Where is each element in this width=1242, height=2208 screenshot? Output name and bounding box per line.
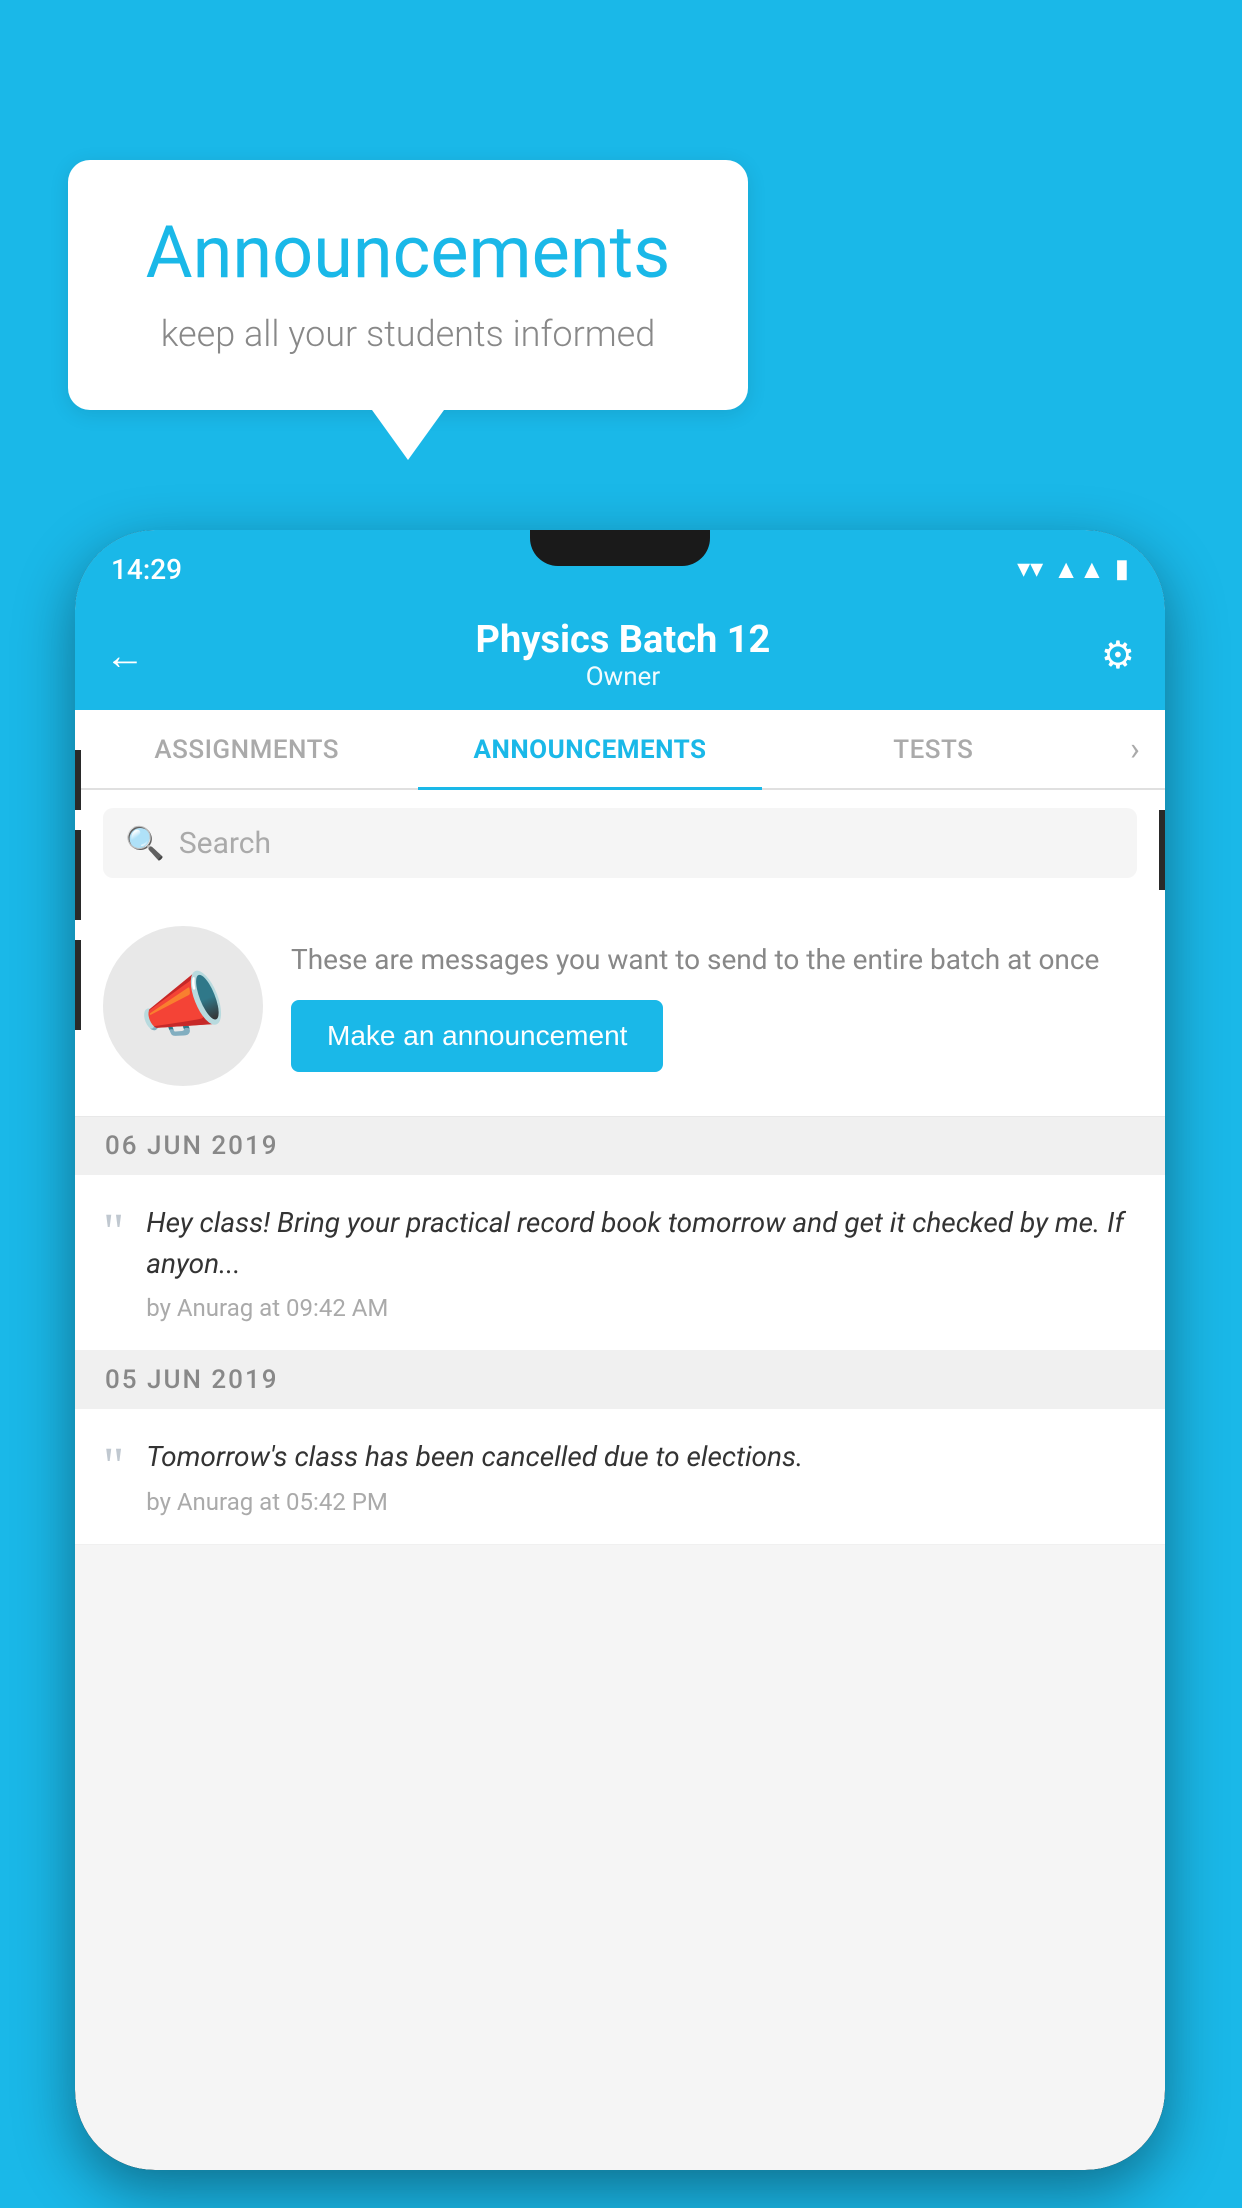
tab-announcements[interactable]: ANNOUNCEMENTS	[418, 712, 761, 790]
header-title: Physics Batch 12	[476, 618, 771, 662]
speech-bubble: Announcements keep all your students inf…	[68, 160, 748, 410]
announcement-content-1: Hey class! Bring your practical record b…	[146, 1203, 1137, 1322]
search-icon: 🔍	[125, 824, 165, 862]
announcement-item-2[interactable]: " Tomorrow's class has been cancelled du…	[75, 1409, 1165, 1545]
app-header: ← Physics Batch 12 Owner ⚙	[75, 600, 1165, 710]
header-subtitle: Owner	[476, 662, 771, 692]
status-time: 14:29	[111, 553, 182, 586]
announcement-by-1: by Anurag at 09:42 AM	[146, 1294, 1137, 1322]
header-center: Physics Batch 12 Owner	[476, 618, 771, 692]
quote-icon-2: "	[103, 1441, 124, 1516]
status-icons: ▾▾ ▲▲ ▮	[1017, 554, 1129, 585]
phone-power-button	[1159, 810, 1165, 890]
tab-assignments[interactable]: ASSIGNMENTS	[75, 712, 418, 790]
battery-icon: ▮	[1115, 554, 1129, 584]
tab-more-icon[interactable]: ›	[1105, 710, 1165, 788]
wifi-icon: ▾▾	[1017, 554, 1043, 584]
search-input[interactable]: Search	[179, 826, 271, 861]
make-announcement-button[interactable]: Make an announcement	[291, 1000, 663, 1072]
signal-icon: ▲▲	[1053, 554, 1104, 585]
speech-bubble-title: Announcements	[128, 210, 688, 295]
tabs-bar: ASSIGNMENTS ANNOUNCEMENTS TESTS ›	[75, 710, 1165, 790]
date-separator-1: 06 JUN 2019	[75, 1117, 1165, 1175]
search-input-wrapper[interactable]: 🔍 Search	[103, 808, 1137, 878]
announcement-by-2: by Anurag at 05:42 PM	[146, 1488, 1137, 1516]
gear-icon[interactable]: ⚙	[1101, 633, 1135, 678]
announcement-text-2: Tomorrow's class has been cancelled due …	[146, 1437, 1137, 1478]
date-text-2: 05 JUN 2019	[105, 1365, 279, 1395]
announce-description: These are messages you want to send to t…	[291, 940, 1137, 979]
phone-frame: 14:29 ▾▾ ▲▲ ▮ ← Physics Batch 12 Owner ⚙…	[75, 530, 1165, 2170]
date-separator-2: 05 JUN 2019	[75, 1351, 1165, 1409]
megaphone-circle: 📣	[103, 926, 263, 1086]
tab-tests[interactable]: TESTS	[762, 712, 1105, 790]
phone-notch	[530, 530, 710, 566]
announce-right: These are messages you want to send to t…	[291, 940, 1137, 1071]
quote-icon-1: "	[103, 1207, 124, 1322]
search-bar: 🔍 Search	[75, 790, 1165, 896]
announcement-text-1: Hey class! Bring your practical record b…	[146, 1203, 1137, 1284]
phone-mute-button	[75, 750, 81, 810]
speech-bubble-subtitle: keep all your students informed	[128, 313, 688, 355]
announce-prompt: 📣 These are messages you want to send to…	[75, 896, 1165, 1117]
phone-volume-down-button	[75, 940, 81, 1030]
date-text-1: 06 JUN 2019	[105, 1131, 279, 1161]
back-button[interactable]: ←	[105, 632, 145, 679]
announcement-content-2: Tomorrow's class has been cancelled due …	[146, 1437, 1137, 1516]
phone-volume-up-button	[75, 830, 81, 920]
speech-bubble-container: Announcements keep all your students inf…	[68, 160, 748, 460]
announcement-item-1[interactable]: " Hey class! Bring your practical record…	[75, 1175, 1165, 1351]
phone-inner: 14:29 ▾▾ ▲▲ ▮ ← Physics Batch 12 Owner ⚙…	[75, 530, 1165, 2170]
speech-bubble-arrow	[372, 410, 444, 460]
megaphone-icon: 📣	[139, 965, 226, 1047]
